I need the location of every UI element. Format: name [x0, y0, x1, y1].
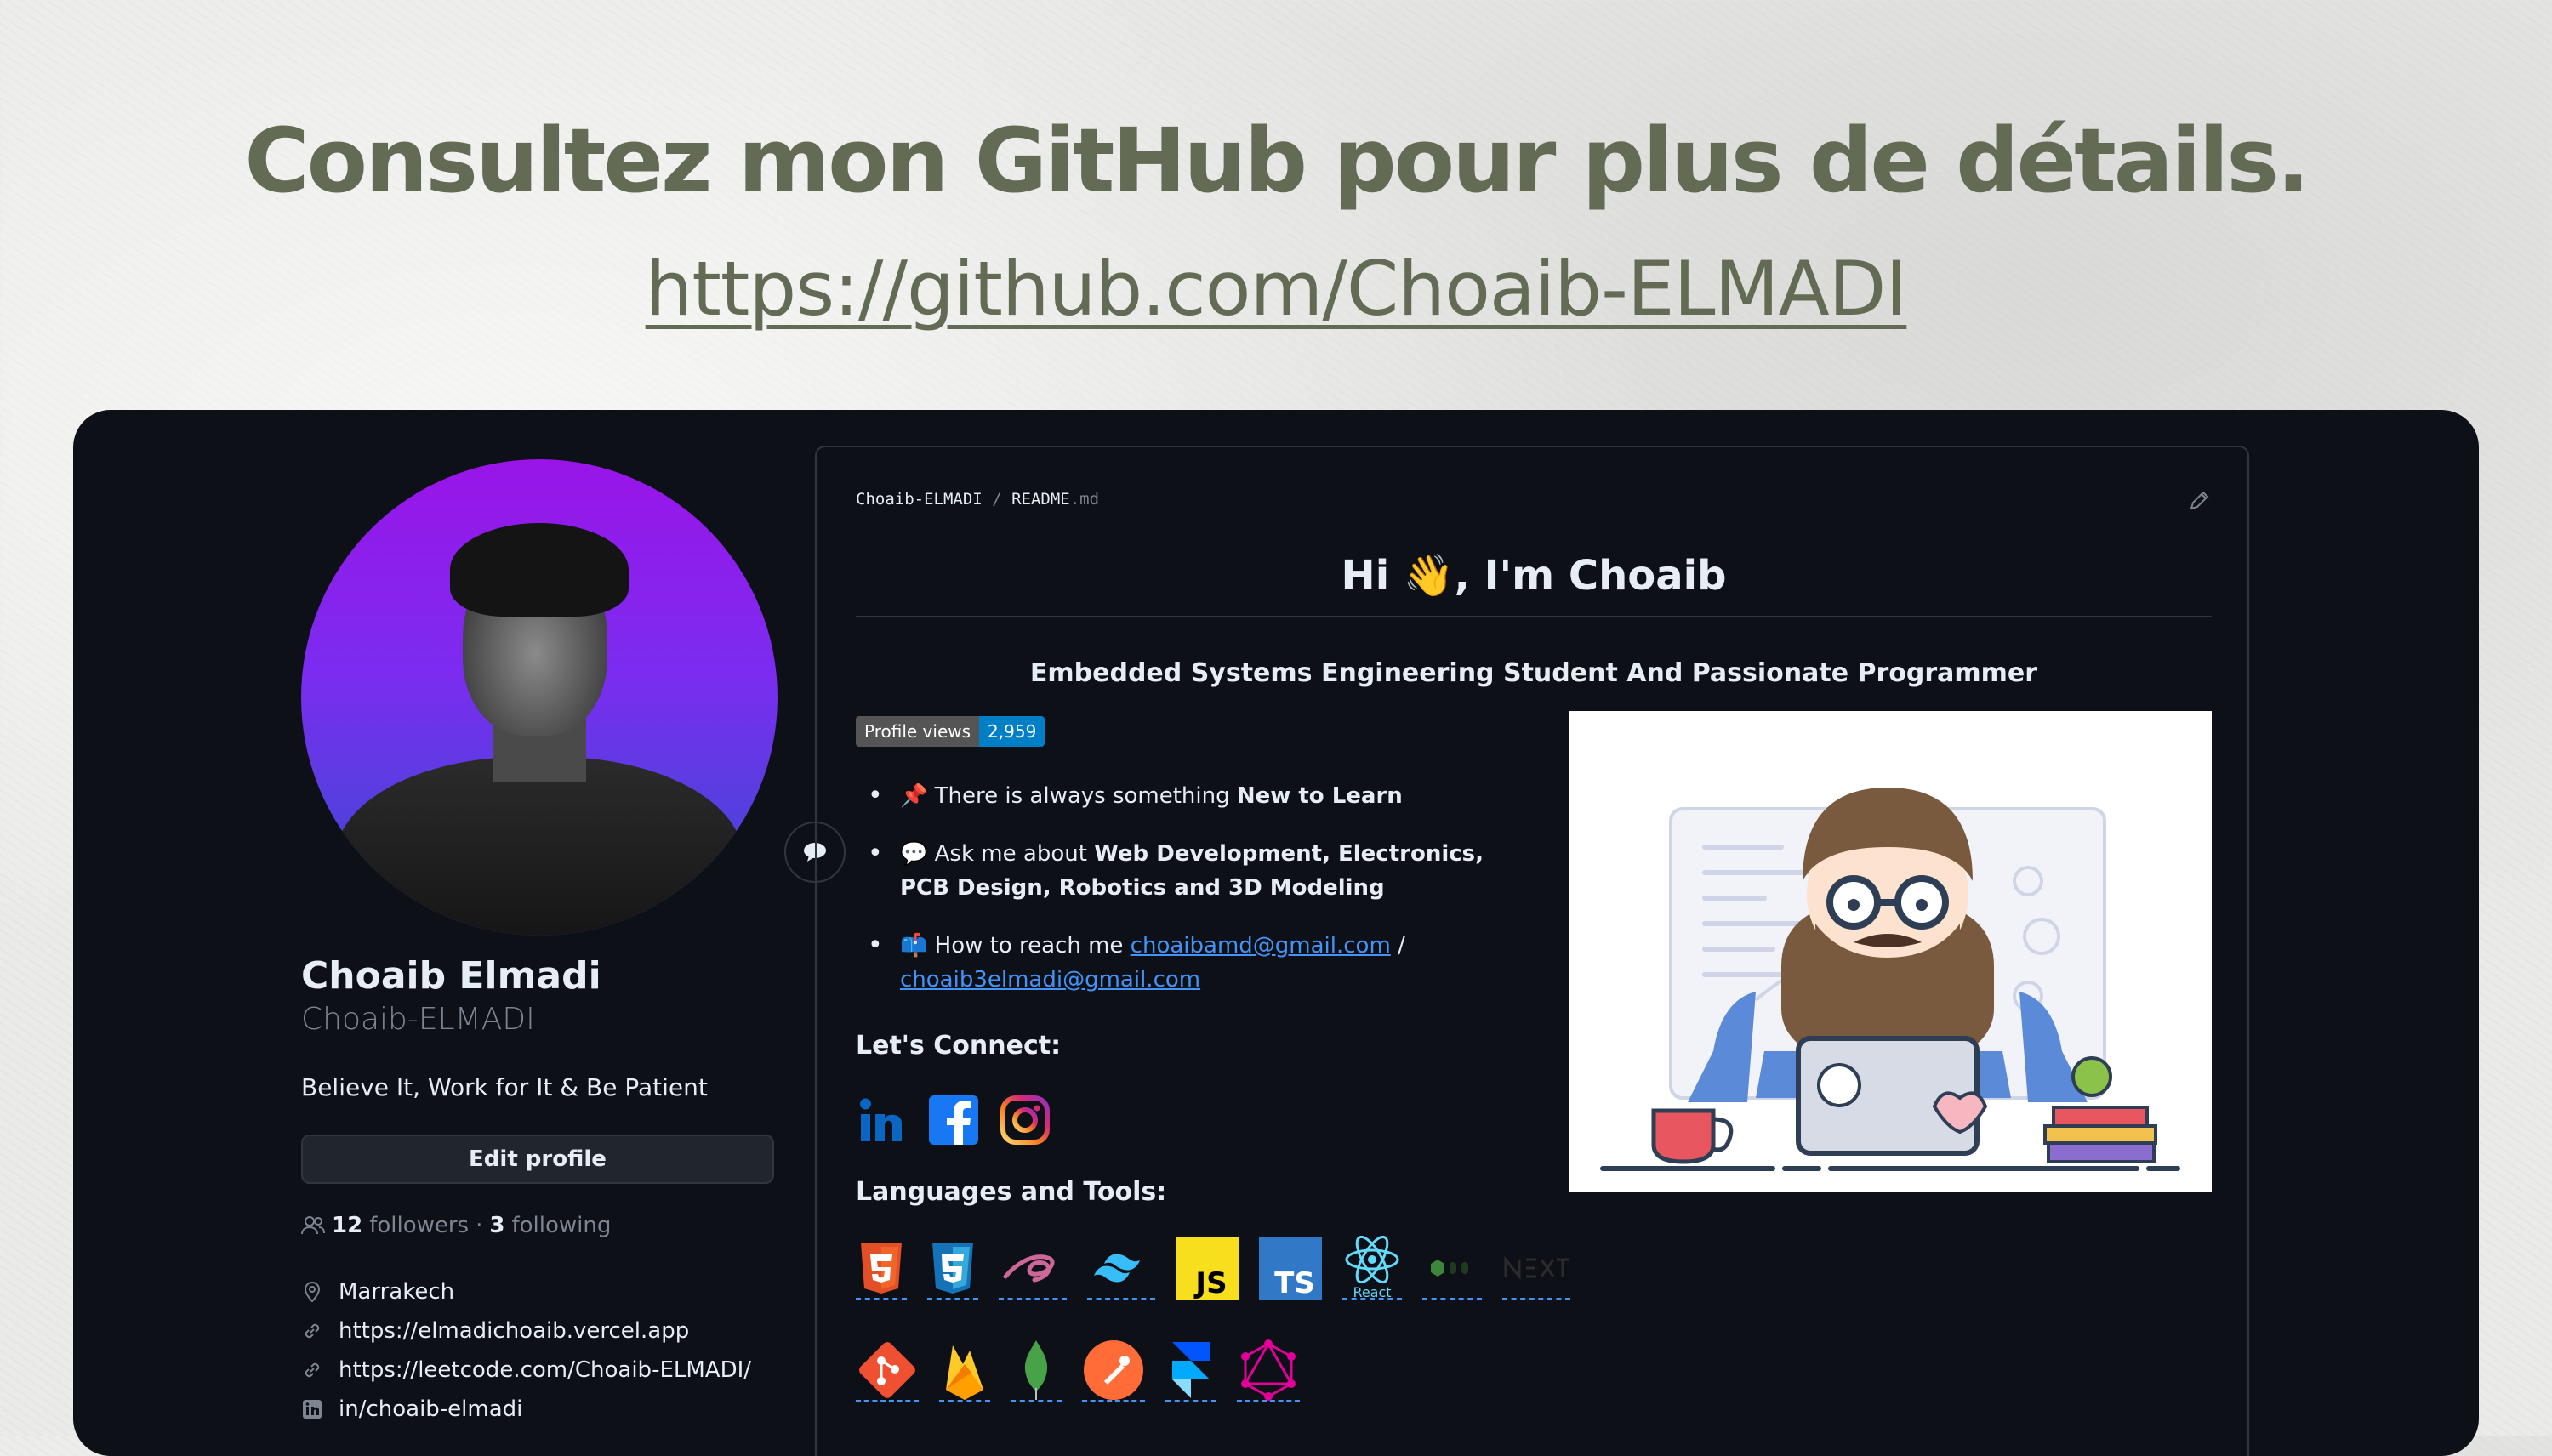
following-count[interactable]: 3: [489, 1213, 504, 1238]
leetcode-item: https://leetcode.com/Choaib-ELMADI/: [301, 1357, 751, 1383]
list-item: 📫 How to reach me choaibamd@gmail.com / …: [856, 929, 1536, 997]
instagram-icon[interactable]: [999, 1094, 1051, 1150]
developer-illustration: [1569, 711, 2212, 1192]
profile-name: Choaib Elmadi: [301, 954, 601, 998]
graphql-icon[interactable]: [1237, 1339, 1300, 1402]
profile-login: Choaib-ELMADI: [301, 1002, 535, 1037]
follow-stats: 12 followers · 3 following: [301, 1213, 611, 1238]
followers-count[interactable]: 12: [332, 1213, 362, 1238]
css3-icon[interactable]: [927, 1238, 978, 1300]
svg-text:JS: JS: [1193, 1266, 1227, 1300]
website-item: https://elmadichoaib.vercel.app: [301, 1318, 689, 1344]
profile-views-badge: Profile views 2,959: [856, 716, 1045, 747]
profile-bio: Believe It, Work for It & Be Patient: [301, 1073, 708, 1101]
html5-icon[interactable]: [856, 1238, 907, 1300]
location-item: Marrakech: [301, 1279, 454, 1305]
linkedin-icon: [303, 1400, 322, 1419]
divider: [856, 616, 2212, 617]
tools-heading: Languages and Tools:: [856, 1177, 1167, 1207]
list-item: 📌 There is always something New to Learn: [856, 779, 1536, 813]
crumb-user[interactable]: Choaib-ELMADI: [856, 490, 983, 509]
breadcrumb: Choaib-ELMADI / README.md: [856, 490, 1099, 509]
avatar[interactable]: [301, 459, 778, 936]
tools-row-2: [856, 1339, 1300, 1402]
wave-icon: 👋: [1403, 552, 1455, 600]
git-icon[interactable]: [856, 1340, 919, 1402]
separator: ·: [476, 1213, 483, 1238]
social-links: [856, 1094, 1051, 1150]
location-text: Marrakech: [339, 1279, 455, 1305]
facebook-icon[interactable]: [927, 1094, 980, 1150]
email-link-1[interactable]: choaibamd@gmail.com: [1131, 933, 1391, 958]
sass-icon[interactable]: [999, 1238, 1067, 1300]
link-icon: [305, 1323, 320, 1339]
svg-text:TS: TS: [1274, 1266, 1315, 1300]
framer-icon[interactable]: [1165, 1340, 1216, 1402]
pencil-icon[interactable]: [2188, 490, 2210, 515]
crumb-sep: /: [992, 490, 1002, 509]
about-list: 📌 There is always something New to Learn…: [856, 779, 1536, 1021]
followers-label[interactable]: followers: [369, 1213, 469, 1238]
speech-bubble-icon: 💬: [900, 841, 928, 867]
list-item: 💬 Ask me about Web Development, Electron…: [856, 837, 1536, 905]
react-icon[interactable]: React: [1342, 1236, 1402, 1300]
crumb-ext: .md: [1069, 490, 1100, 509]
readme-card: Choaib-ELMADI / README.md Hi 👋, I'm Choa…: [815, 446, 2249, 1456]
crumb-file[interactable]: README: [1011, 490, 1070, 509]
nextjs-icon[interactable]: [1502, 1238, 1570, 1300]
postman-icon[interactable]: [1082, 1340, 1145, 1402]
linkedin-link[interactable]: in/choaib-elmadi: [339, 1396, 522, 1422]
readme-title: Hi 👋, I'm Choaib: [1341, 552, 1727, 600]
github-link[interactable]: https://github.com/Choaib-ELMADI: [0, 245, 2552, 333]
javascript-icon[interactable]: JS: [1176, 1237, 1239, 1300]
email-link-2[interactable]: choaib3elmadi@gmail.com: [900, 967, 1200, 992]
linkedin-icon[interactable]: [856, 1094, 909, 1150]
tailwind-icon[interactable]: [1087, 1238, 1155, 1300]
location-icon: [304, 1281, 321, 1303]
tools-row-1: JS TS React: [856, 1236, 1570, 1300]
leetcode-link[interactable]: https://leetcode.com/Choaib-ELMADI/: [339, 1357, 751, 1383]
typescript-icon[interactable]: TS: [1259, 1237, 1322, 1300]
linkedin-item: in/choaib-elmadi: [301, 1396, 522, 1422]
readme-subtitle: Embedded Systems Engineering Student And…: [1029, 658, 2038, 688]
page-headline: Consultez mon GitHub pour plus de détail…: [244, 109, 2310, 213]
github-profile-panel: Choaib Elmadi Choaib-ELMADI Believe It, …: [73, 410, 2479, 1456]
firebase-icon[interactable]: [939, 1340, 990, 1402]
mongodb-icon[interactable]: [1011, 1340, 1062, 1402]
nodejs-icon[interactable]: [1422, 1238, 1482, 1300]
link-icon: [305, 1362, 320, 1378]
svg-text:React: React: [1353, 1284, 1391, 1300]
website-link[interactable]: https://elmadichoaib.vercel.app: [339, 1318, 689, 1344]
connect-heading: Let's Connect:: [856, 1031, 1062, 1061]
envelope-icon: 📫: [900, 933, 928, 958]
people-icon: [301, 1216, 325, 1235]
edit-profile-button[interactable]: Edit profile: [301, 1135, 774, 1184]
following-label[interactable]: following: [511, 1213, 611, 1238]
pin-icon: 📌: [900, 783, 928, 809]
